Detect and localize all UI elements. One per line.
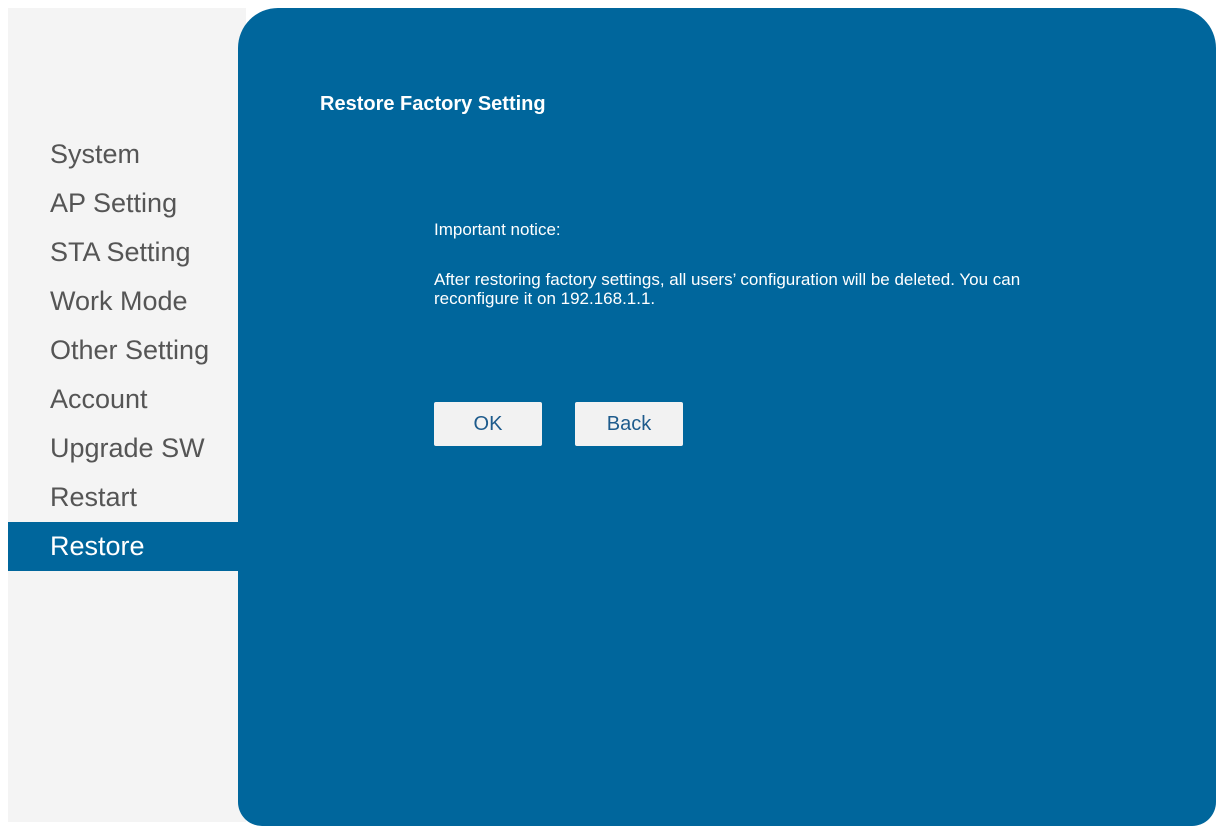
sidebar-item-restart[interactable]: Restart <box>8 473 238 522</box>
sidebar-nav: System AP Setting STA Setting Work Mode … <box>8 130 238 571</box>
sidebar-item-other-setting[interactable]: Other Setting <box>8 326 238 375</box>
sidebar: System AP Setting STA Setting Work Mode … <box>8 8 246 822</box>
sidebar-item-work-mode[interactable]: Work Mode <box>8 277 238 326</box>
page-title: Restore Factory Setting <box>320 93 546 115</box>
notice-heading: Important notice: <box>434 220 561 239</box>
back-button[interactable]: Back <box>575 402 683 446</box>
content-panel: Restore Factory Setting Important notice… <box>238 8 1216 826</box>
sidebar-item-ap-setting[interactable]: AP Setting <box>8 179 238 228</box>
sidebar-item-restore[interactable]: Restore <box>8 522 238 571</box>
sidebar-item-sta-setting[interactable]: STA Setting <box>8 228 238 277</box>
sidebar-item-upgrade-sw[interactable]: Upgrade SW <box>8 424 238 473</box>
page: System AP Setting STA Setting Work Mode … <box>0 0 1218 826</box>
notice-body: After restoring factory settings, all us… <box>434 270 1021 308</box>
sidebar-item-account[interactable]: Account <box>8 375 238 424</box>
ok-button[interactable]: OK <box>434 402 542 446</box>
sidebar-item-system[interactable]: System <box>8 130 238 179</box>
